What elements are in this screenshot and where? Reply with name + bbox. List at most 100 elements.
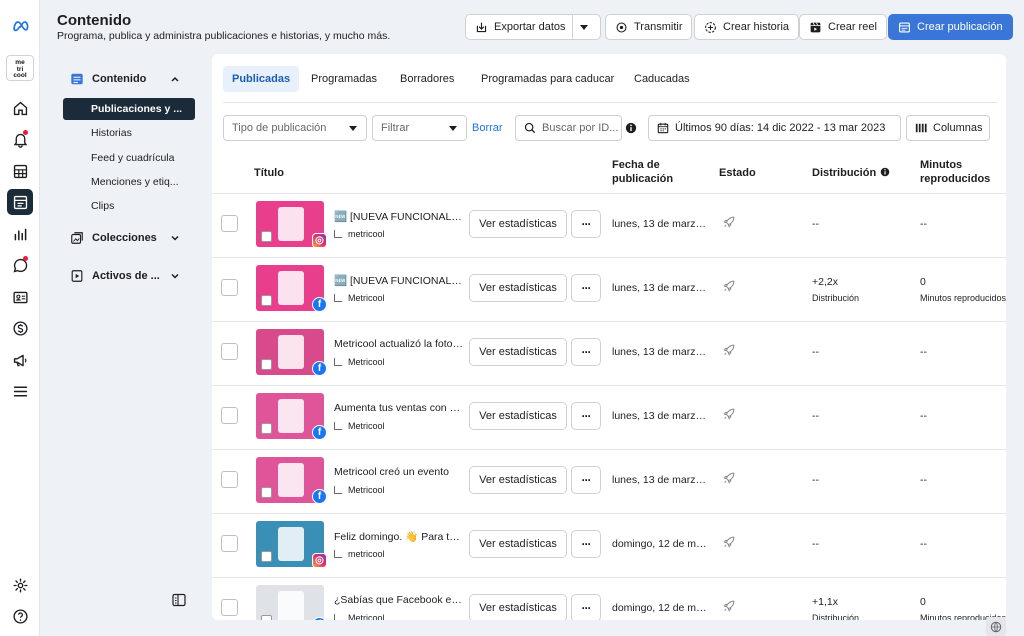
tab-drafts[interactable]: Borradores [391,66,463,92]
post-title[interactable]: Feliz domingo. 👋 Para terminar [334,530,464,543]
table-row[interactable]: f Metricool actualizó la foto de portada… [212,321,1006,385]
view-stats-button[interactable]: Ver estadísticas [469,210,567,238]
date-range-picker[interactable]: Últimos 90 días: 14 dic 2022 - 13 mar 20… [648,115,901,141]
transmit-button[interactable]: Transmitir [605,14,693,40]
inbox-chat-icon[interactable] [7,252,33,278]
published-rocket-icon [723,536,735,548]
post-date: lunes, 13 de marzo de 2023 [612,346,710,358]
sidebar-item-clips[interactable]: Clips [63,195,195,217]
post-title[interactable]: 🆕 [NUEVA FUNCIONALIDAD] [334,210,464,223]
more-options-button[interactable]: ··· [571,466,601,494]
post-minutes: 0 Minutos reproducidos [920,276,1006,303]
more-options-button[interactable]: ··· [571,338,601,366]
post-title[interactable]: 🆕 [NUEVA FUNCIONALIDAD] [334,274,464,287]
insights-chart-icon[interactable] [7,221,33,247]
row-checkbox[interactable] [221,599,238,616]
view-stats-button[interactable]: Ver estadísticas [469,466,567,494]
tab-scheduled[interactable]: Programadas [302,66,386,92]
minutes-value: -- [920,218,927,230]
content-icon[interactable] [7,189,33,215]
sidebar-item-posts[interactable]: Publicaciones y ... [63,98,195,120]
row-checkbox[interactable] [221,471,238,488]
facebook-icon: f [312,425,327,440]
info-icon[interactable] [625,122,637,134]
chevron-up-icon[interactable] [170,74,180,84]
more-options-button[interactable]: ··· [571,210,601,238]
sidebar-section-collections[interactable]: Colecciones [70,231,179,245]
more-options-button[interactable]: ··· [571,594,601,620]
row-checkbox[interactable] [221,215,238,232]
view-stats-button[interactable]: Ver estadísticas [469,594,567,620]
globe-icon[interactable] [986,617,1006,636]
post-title[interactable]: ¿Sabías que Facebook es ... [334,594,464,606]
tab-published[interactable]: Publicadas [223,66,300,92]
minutes-value: -- [920,538,927,550]
table-row[interactable]: ◎ 🆕 [NUEVA FUNCIONALIDAD] metricool Ver … [212,193,1006,257]
view-stats-button[interactable]: Ver estadísticas [469,338,567,366]
table-row[interactable]: f Metricool creó un evento Metricool Ver… [212,449,1006,513]
search-input[interactable]: Buscar por ID... [515,115,622,141]
account-icon [334,614,342,620]
chevron-down-icon[interactable] [580,25,588,30]
tab-scheduled-to-expire[interactable]: Programadas para caducar [472,66,623,92]
row-checkbox[interactable] [221,279,238,296]
more-options-button[interactable]: ··· [571,274,601,302]
post-title[interactable]: Metricool actualizó la foto de portada [334,338,464,350]
published-rocket-icon [723,472,735,484]
notifications-icon[interactable] [7,126,33,152]
create-story-button[interactable]: Crear historia [694,14,800,40]
post-distribution: -- [812,474,819,486]
distribution-info-icon[interactable] [880,167,890,177]
thumbnail-device [278,591,304,620]
collapse-sidebar-icon[interactable] [172,593,186,607]
columns-button[interactable]: Columnas [906,115,990,141]
monetization-dollar-icon[interactable] [7,315,33,341]
post-title[interactable]: Metricool creó un evento [334,466,464,478]
search-placeholder: Buscar por ID... [542,122,619,134]
sidebar-section-content[interactable]: Contenido [70,72,179,86]
sidebar-section-assets[interactable]: Activos de ... [70,269,179,283]
image-type-icon [261,359,272,370]
ads-megaphone-icon[interactable] [7,347,33,373]
post-title[interactable]: Aumenta tus ventas con ayuda [334,402,464,414]
table-row[interactable]: f 🆕 [NUEVA FUNCIONALIDAD] Metricool Ver … [212,257,1006,321]
post-minutes: -- [920,474,927,486]
view-stats-button[interactable]: Ver estadísticas [469,402,567,430]
view-stats-button[interactable]: Ver estadísticas [469,530,567,558]
export-data-button[interactable]: Exportar datos [465,14,601,40]
columns-icon [915,123,927,133]
view-stats-button[interactable]: Ver estadísticas [469,274,567,302]
table-row[interactable]: f Aumenta tus ventas con ayuda Metricool… [212,385,1006,449]
table-row[interactable]: ◎ Feliz domingo. 👋 Para terminar metrico… [212,513,1006,577]
help-icon[interactable] [7,603,33,629]
minutes-value: -- [920,410,927,422]
home-icon[interactable] [7,95,33,121]
brand-logo[interactable]: me tri cool [6,55,34,81]
post-date: lunes, 13 de marzo de 2023 [612,410,710,422]
row-checkbox[interactable] [221,343,238,360]
row-checkbox[interactable] [221,407,238,424]
row-checkbox[interactable] [221,535,238,552]
clear-filters-link[interactable]: Borrar [472,122,503,134]
chevron-down-icon[interactable] [170,233,180,243]
contacts-card-icon[interactable] [7,284,33,310]
post-account-name: Metricool [348,293,385,303]
sidebar-item-feed-grid[interactable]: Feed y cuadrícula [63,147,195,169]
post-thumbnail[interactable] [256,585,324,620]
more-options-button[interactable]: ··· [571,530,601,558]
table-row[interactable]: f ¿Sabías que Facebook es ... Metricool … [212,577,1006,620]
post-type-select[interactable]: Tipo de publicación [223,115,367,141]
more-options-button[interactable]: ··· [571,402,601,430]
meta-logo-icon[interactable] [7,12,33,38]
create-reel-button[interactable]: Crear reel [799,14,887,40]
sidebar-item-stories[interactable]: Historias [63,122,195,144]
filter-select[interactable]: Filtrar [372,115,467,141]
create-post-button[interactable]: Crear publicación [888,14,1013,40]
calendar-grid-icon[interactable] [7,158,33,184]
chevron-down-icon[interactable] [170,271,180,281]
menu-icon[interactable] [7,378,33,404]
settings-gear-icon[interactable] [7,572,33,598]
distribution-label: Distribución [812,613,860,620]
sidebar-item-mentions[interactable]: Menciones y etiq... [63,171,195,193]
tab-expired[interactable]: Caducadas [625,66,699,92]
